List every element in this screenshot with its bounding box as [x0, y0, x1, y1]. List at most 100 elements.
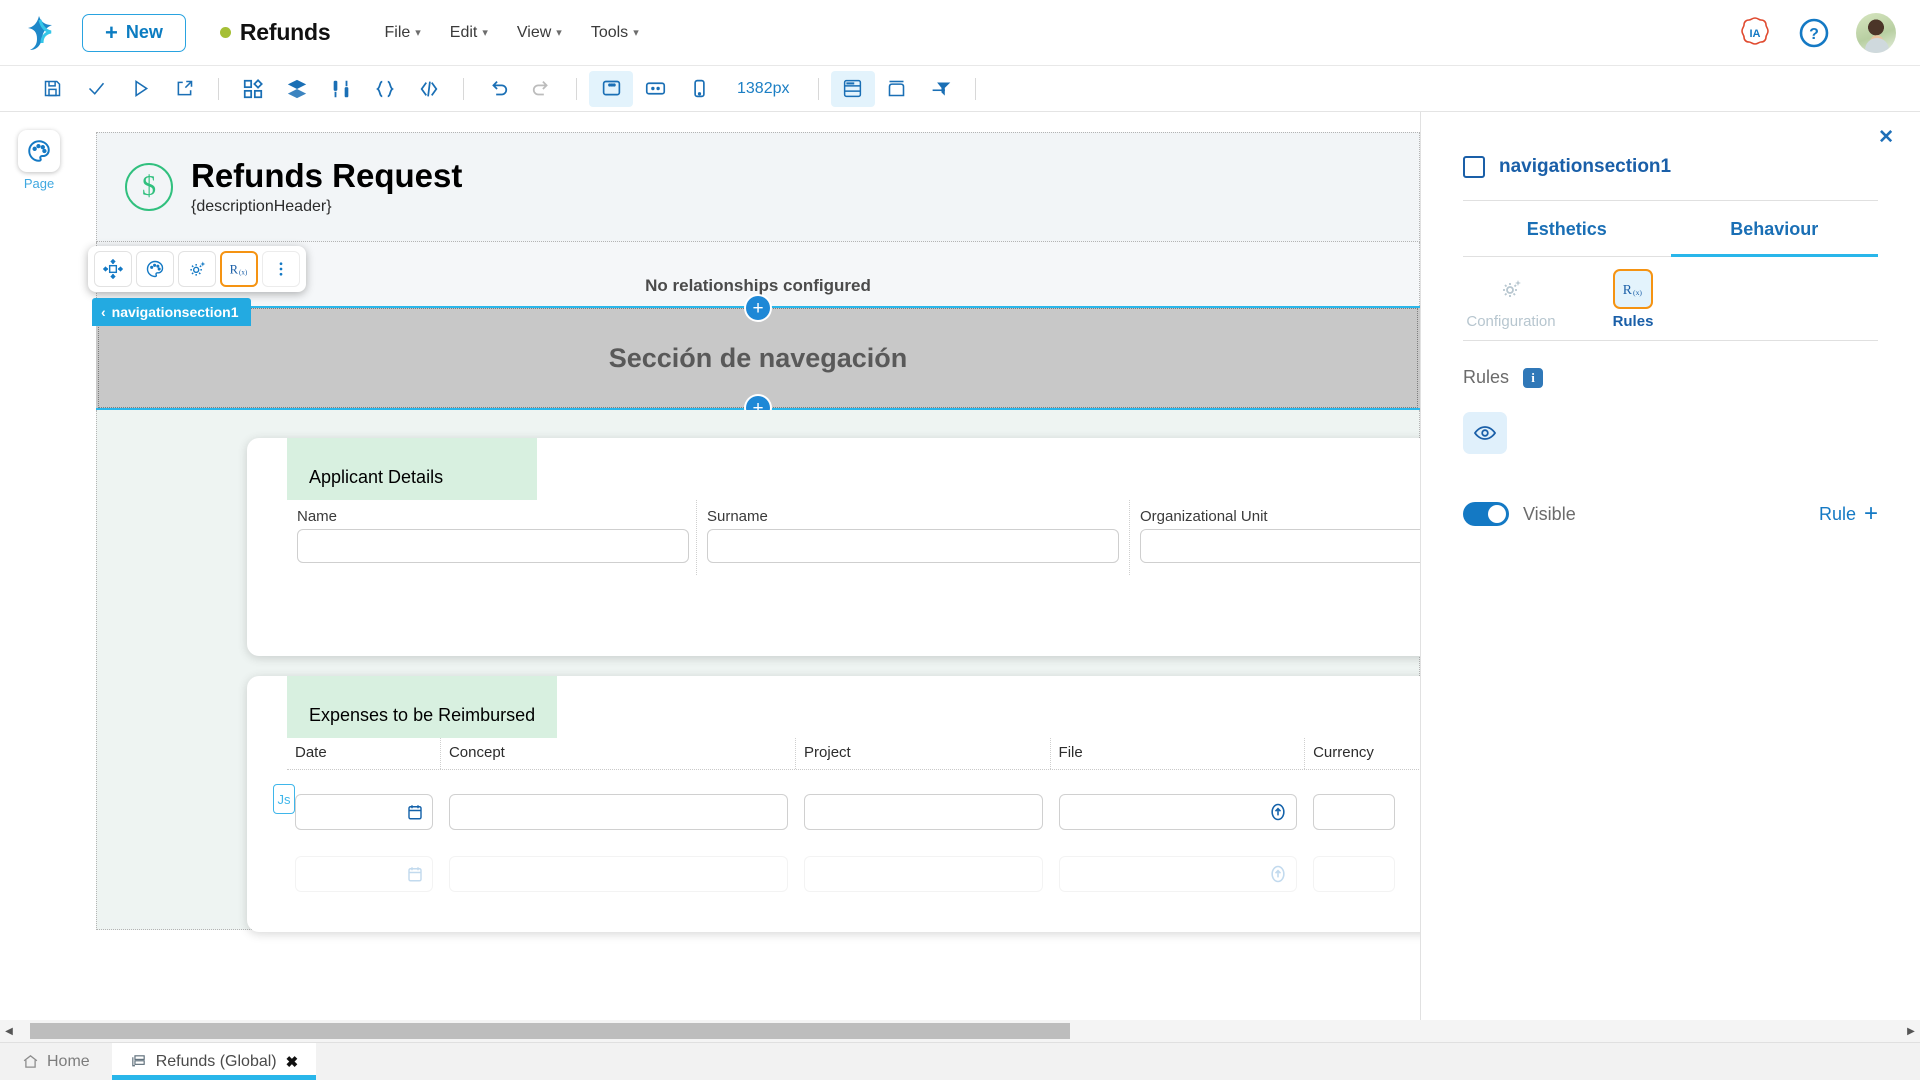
- scrollbar-thumb[interactable]: [30, 1023, 1070, 1039]
- more-vertical-icon[interactable]: [262, 251, 300, 287]
- plus-icon: +: [1863, 500, 1878, 527]
- toolbar-divider: [974, 77, 976, 100]
- cell-concept: [441, 856, 796, 892]
- sidebar-item-page[interactable]: Page: [0, 130, 78, 191]
- surname-input[interactable]: [707, 529, 1119, 563]
- date-input[interactable]: [295, 856, 433, 892]
- page-header-section[interactable]: $ Refunds Request {descriptionHeader}: [96, 132, 1420, 242]
- concept-input[interactable]: [448, 856, 789, 892]
- tab-esthetics[interactable]: Esthetics: [1463, 201, 1671, 257]
- chevron-left-icon: ‹: [101, 304, 106, 320]
- add-rule-button[interactable]: Rule +: [1819, 502, 1878, 526]
- tab-home[interactable]: Home: [0, 1043, 112, 1080]
- page-body-area: Applicant Details Name Surname Organizat…: [96, 410, 1420, 932]
- container-icon[interactable]: [875, 71, 919, 107]
- info-icon[interactable]: i: [1523, 367, 1544, 388]
- play-icon[interactable]: [118, 71, 162, 107]
- tab-refunds-global[interactable]: Refunds (Global) ✖: [111, 1043, 317, 1080]
- top-right-actions: IA ?: [1738, 0, 1896, 66]
- cell-currency: [1305, 856, 1420, 892]
- horizontal-scrollbar[interactable]: ◀ ▶: [0, 1020, 1920, 1042]
- braces-icon[interactable]: [363, 71, 407, 107]
- palette-icon[interactable]: [136, 251, 174, 287]
- org-unit-input[interactable]: [1140, 529, 1420, 563]
- table-row[interactable]: [287, 856, 1420, 892]
- chevron-down-icon: ▾: [415, 27, 421, 39]
- currency-input[interactable]: [1313, 856, 1396, 892]
- app-logo[interactable]: [0, 12, 78, 54]
- expenses-card[interactable]: Expenses to be Reimbursed Date Concept P…: [247, 676, 1420, 932]
- check-icon[interactable]: [74, 71, 118, 107]
- menu-tools[interactable]: Tools ▾: [591, 24, 639, 42]
- menu-bar: File ▾ Edit ▾ View ▾ Tools ▾: [384, 24, 638, 42]
- scroll-left-icon[interactable]: ◀: [0, 1026, 18, 1037]
- toolbar-divider: [817, 77, 819, 100]
- visible-toggle[interactable]: [1463, 502, 1509, 526]
- eye-icon: [1473, 426, 1497, 440]
- column-header-date: Date: [287, 738, 441, 769]
- layers-icon[interactable]: [275, 71, 319, 107]
- selected-element-tag[interactable]: ‹ navigationsection1: [92, 298, 252, 326]
- table-row[interactable]: Js: [273, 784, 1420, 830]
- menu-file[interactable]: File ▾: [384, 24, 420, 42]
- left-rail: Page: [0, 112, 78, 1026]
- visibility-rule-button[interactable]: [1463, 412, 1507, 454]
- navigation-section[interactable]: + Sección de navegación +: [96, 296, 1420, 420]
- add-above-button[interactable]: +: [746, 296, 770, 320]
- save-icon[interactable]: [30, 71, 74, 107]
- menu-edit[interactable]: Edit ▾: [450, 24, 488, 42]
- field-surname: Surname: [697, 500, 1130, 575]
- scroll-right-icon[interactable]: ▶: [1902, 1026, 1920, 1037]
- filter-icon[interactable]: [919, 71, 963, 107]
- upload-icon[interactable]: [1268, 864, 1288, 884]
- name-input[interactable]: [297, 529, 689, 563]
- properties-panel: ✕ navigationsection1 Esthetics Behaviour…: [1420, 112, 1920, 1026]
- project-input[interactable]: [804, 856, 1043, 892]
- page-subtitle: {descriptionHeader}: [191, 197, 332, 215]
- applicant-details-title: Applicant Details: [287, 438, 537, 500]
- close-icon[interactable]: ✕: [1878, 126, 1894, 149]
- upload-icon[interactable]: [1268, 802, 1288, 822]
- element-checkbox[interactable]: [1463, 156, 1485, 178]
- date-input[interactable]: [295, 794, 433, 830]
- project-input[interactable]: [804, 794, 1043, 830]
- ia-assistant-icon[interactable]: IA: [1738, 16, 1772, 50]
- subtab-configuration[interactable]: Configuration: [1463, 269, 1559, 340]
- file-input[interactable]: [1058, 794, 1298, 830]
- chevron-down-icon: ▾: [556, 27, 562, 39]
- svg-text:IA: IA: [1750, 28, 1761, 40]
- undo-icon[interactable]: [476, 71, 520, 107]
- help-icon[interactable]: ?: [1798, 17, 1830, 49]
- grid-view-icon[interactable]: [830, 70, 875, 107]
- properties-element-name: navigationsection1: [1499, 156, 1672, 177]
- move-icon[interactable]: [94, 251, 132, 287]
- code-icon[interactable]: [407, 71, 451, 107]
- tab-behaviour[interactable]: Behaviour: [1670, 201, 1878, 257]
- settings-sliders-icon[interactable]: [319, 71, 363, 107]
- js-script-badge[interactable]: Js: [273, 784, 295, 814]
- column-header-project: Project: [796, 738, 1051, 769]
- properties-tabs: Esthetics Behaviour: [1463, 201, 1878, 257]
- concept-input[interactable]: [448, 794, 789, 830]
- settings-sparkle-icon[interactable]: [178, 251, 216, 287]
- close-icon[interactable]: ✖: [286, 1053, 299, 1071]
- mobile-icon[interactable]: [677, 71, 721, 107]
- avatar[interactable]: [1856, 13, 1896, 53]
- applicant-details-card[interactable]: Applicant Details Name Surname Organizat…: [247, 438, 1420, 656]
- cell-date: [287, 856, 441, 892]
- components-icon[interactable]: [231, 71, 275, 107]
- new-button[interactable]: + New: [82, 13, 186, 52]
- scrollbar-track[interactable]: [18, 1023, 1902, 1039]
- viewport-width-label[interactable]: 1382px: [721, 80, 806, 98]
- behaviour-subtabs: Configuration R (x) Rules: [1463, 257, 1878, 341]
- share-icon[interactable]: [162, 71, 206, 107]
- subtab-rules[interactable]: R (x) Rules: [1585, 269, 1681, 340]
- rules-rx-icon[interactable]: R (x): [220, 251, 258, 287]
- menu-view[interactable]: View ▾: [517, 24, 562, 42]
- tablet-icon[interactable]: [633, 71, 677, 107]
- file-input[interactable]: [1058, 856, 1298, 892]
- currency-input[interactable]: [1313, 794, 1396, 830]
- cell-file: [1051, 794, 1306, 830]
- redo-icon[interactable]: [520, 71, 564, 107]
- desktop-icon[interactable]: [589, 70, 633, 107]
